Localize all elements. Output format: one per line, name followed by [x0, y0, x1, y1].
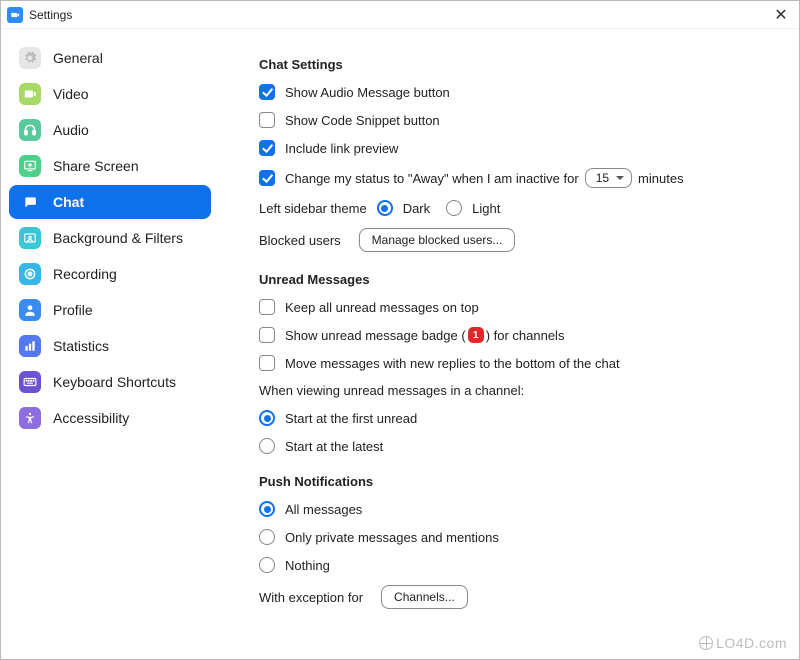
label-start-latest: Start at the latest: [285, 439, 383, 454]
background-icon: [19, 227, 41, 249]
select-away-minutes[interactable]: 15: [585, 168, 632, 188]
sidebar-item-accessibility[interactable]: Accessibility: [9, 401, 211, 435]
sidebar-item-label: Accessibility: [53, 410, 129, 426]
row-push-nothing: Nothing: [259, 557, 779, 573]
sidebar-item-audio[interactable]: Audio: [9, 113, 211, 147]
radio-push-private[interactable]: [259, 529, 275, 545]
share-screen-icon: [19, 155, 41, 177]
viewing-unread-label: When viewing unread messages in a channe…: [259, 383, 779, 398]
row-away-status: Change my status to "Away" when I am ina…: [259, 168, 779, 188]
label-push-nothing: Nothing: [285, 558, 330, 573]
sidebar-item-statistics[interactable]: Statistics: [9, 329, 211, 363]
row-blocked-users: Blocked users Manage blocked users...: [259, 228, 779, 252]
keyboard-icon: [19, 371, 41, 393]
label-start-first: Start at the first unread: [285, 411, 417, 426]
checkbox-keep-top[interactable]: [259, 299, 275, 315]
row-unread-badge: Show unread message badge ( 1 ) for chan…: [259, 327, 779, 343]
sidebar-item-video[interactable]: Video: [9, 77, 211, 111]
checkbox-show-audio[interactable]: [259, 84, 275, 100]
row-push-all: All messages: [259, 501, 779, 517]
sidebar-item-label: Chat: [53, 194, 84, 210]
checkbox-show-code[interactable]: [259, 112, 275, 128]
radio-push-all[interactable]: [259, 501, 275, 517]
content-panel: Chat Settings Show Audio Message button …: [219, 29, 799, 659]
sidebar-item-profile[interactable]: Profile: [9, 293, 211, 327]
profile-icon: [19, 299, 41, 321]
checkbox-away-status[interactable]: [259, 170, 275, 186]
label-badge-prefix: Show unread message badge (: [285, 328, 466, 343]
sidebar-item-label: General: [53, 50, 103, 66]
row-start-first: Start at the first unread: [259, 410, 779, 426]
row-exception: With exception for Channels...: [259, 585, 779, 609]
checkbox-move-bottom[interactable]: [259, 355, 275, 371]
radio-theme-light[interactable]: [446, 200, 462, 216]
label-away-prefix: Change my status to "Away" when I am ina…: [285, 171, 579, 186]
row-start-latest: Start at the latest: [259, 438, 779, 454]
radio-theme-dark[interactable]: [377, 200, 393, 216]
sidebar-item-background-filters[interactable]: Background & Filters: [9, 221, 211, 255]
row-push-private: Only private messages and mentions: [259, 529, 779, 545]
app-logo-icon: [7, 7, 23, 23]
label-keep-top: Keep all unread messages on top: [285, 300, 479, 315]
gear-icon: [19, 47, 41, 69]
row-keep-top: Keep all unread messages on top: [259, 299, 779, 315]
row-show-code: Show Code Snippet button: [259, 112, 779, 128]
sidebar-item-keyboard-shortcuts[interactable]: Keyboard Shortcuts: [9, 365, 211, 399]
label-away-suffix: minutes: [638, 171, 684, 186]
accessibility-icon: [19, 407, 41, 429]
titlebar: Settings ✕: [1, 1, 799, 29]
label-link-preview: Include link preview: [285, 141, 398, 156]
channels-button[interactable]: Channels...: [381, 585, 468, 609]
label-show-audio: Show Audio Message button: [285, 85, 450, 100]
sidebar-item-label: Statistics: [53, 338, 109, 354]
checkbox-unread-badge[interactable]: [259, 327, 275, 343]
sidebar-item-label: Background & Filters: [53, 230, 183, 246]
push-heading: Push Notifications: [259, 474, 779, 489]
label-show-code: Show Code Snippet button: [285, 113, 440, 128]
label-theme-light: Light: [472, 201, 500, 216]
label-sidebar-theme: Left sidebar theme: [259, 201, 367, 216]
label-push-all: All messages: [285, 502, 362, 517]
sidebar-item-label: Recording: [53, 266, 117, 282]
record-icon: [19, 263, 41, 285]
close-button[interactable]: ✕: [769, 3, 793, 27]
row-show-audio: Show Audio Message button: [259, 84, 779, 100]
label-badge-suffix: ) for channels: [486, 328, 565, 343]
window-title: Settings: [29, 8, 72, 22]
unread-heading: Unread Messages: [259, 272, 779, 287]
radio-push-nothing[interactable]: [259, 557, 275, 573]
sidebar-item-general[interactable]: General: [9, 41, 211, 75]
settings-window: Settings ✕ General Video Audio Share Screen…: [0, 0, 800, 660]
row-sidebar-theme: Left sidebar theme Dark Light: [259, 200, 779, 216]
label-exception: With exception for: [259, 590, 363, 605]
sidebar-item-label: Video: [53, 86, 89, 102]
statistics-icon: [19, 335, 41, 357]
sidebar-item-recording[interactable]: Recording: [9, 257, 211, 291]
label-push-private: Only private messages and mentions: [285, 530, 499, 545]
radio-start-first[interactable]: [259, 410, 275, 426]
checkbox-link-preview[interactable]: [259, 140, 275, 156]
radio-start-latest[interactable]: [259, 438, 275, 454]
row-link-preview: Include link preview: [259, 140, 779, 156]
sidebar-item-chat[interactable]: Chat: [9, 185, 211, 219]
label-move-bottom: Move messages with new replies to the bo…: [285, 356, 620, 371]
label-theme-dark: Dark: [403, 201, 430, 216]
sidebar-item-label: Audio: [53, 122, 89, 138]
sidebar-item-label: Profile: [53, 302, 93, 318]
label-blocked-users: Blocked users: [259, 233, 341, 248]
row-move-bottom: Move messages with new replies to the bo…: [259, 355, 779, 371]
unread-badge-icon: 1: [468, 327, 484, 343]
sidebar: General Video Audio Share Screen Chat Backgro…: [1, 29, 219, 659]
manage-blocked-button[interactable]: Manage blocked users...: [359, 228, 516, 252]
chat-settings-heading: Chat Settings: [259, 57, 779, 72]
headphones-icon: [19, 119, 41, 141]
sidebar-item-share-screen[interactable]: Share Screen: [9, 149, 211, 183]
chat-icon: [19, 191, 41, 213]
video-icon: [19, 83, 41, 105]
sidebar-item-label: Keyboard Shortcuts: [53, 374, 176, 390]
sidebar-item-label: Share Screen: [53, 158, 139, 174]
window-body: General Video Audio Share Screen Chat Backgro…: [1, 29, 799, 659]
